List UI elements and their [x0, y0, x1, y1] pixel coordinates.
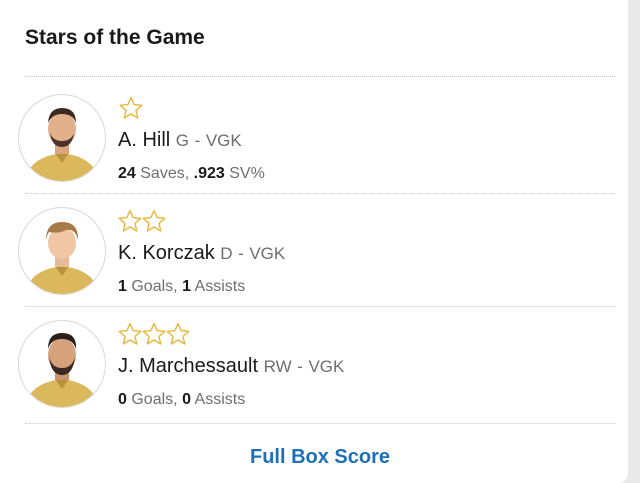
- player-name: J. Marchessault: [118, 355, 259, 377]
- section-title: Stars of the Game: [25, 26, 205, 49]
- player-headshot-avatar: [18, 94, 106, 182]
- player-name-line: J. Marchessault RW - VGK: [118, 355, 344, 378]
- star-row-1[interactable]: A. Hill G - VGK 24 Saves, .923 SV%: [0, 92, 628, 204]
- separator: -: [297, 357, 303, 376]
- player-name-line: A. Hill G - VGK: [118, 129, 242, 152]
- stat-label: SV%: [229, 165, 265, 182]
- full-box-score-link[interactable]: Full Box Score: [0, 446, 640, 469]
- stat-value: 0: [182, 391, 191, 408]
- star-icon: [118, 322, 142, 345]
- player-name: A. Hill: [118, 129, 171, 151]
- player-headshot-avatar: [18, 207, 106, 295]
- stat-label: Goals,: [131, 278, 178, 295]
- star-icon: [166, 322, 190, 345]
- stat-label: Goals,: [131, 391, 178, 408]
- star-rating-3: [118, 322, 192, 346]
- stat-label: Assists: [194, 391, 246, 408]
- separator: -: [194, 131, 201, 150]
- player-stat-line: 0 Goals, 0 Assists: [118, 391, 245, 409]
- stat-value: 24: [118, 165, 136, 182]
- stat-value: 1: [182, 278, 191, 295]
- player-position: D: [220, 244, 233, 263]
- stat-value: .923: [193, 165, 225, 182]
- player-position: RW: [263, 357, 292, 376]
- divider: [25, 76, 615, 77]
- player-team: VGK: [308, 357, 345, 376]
- player-name-line: K. Korczak D - VGK: [118, 242, 285, 265]
- stars-of-the-game-card: Stars of the Game A. Hill G - VGK 24 Sav…: [0, 0, 628, 483]
- divider: [25, 193, 615, 194]
- player-name: K. Korczak: [118, 242, 215, 264]
- star-icon: [142, 209, 166, 232]
- star-icon: [118, 209, 142, 232]
- player-team: VGK: [205, 131, 242, 150]
- divider: [25, 423, 615, 424]
- star-rating-2: [118, 209, 168, 233]
- stat-value: 1: [118, 278, 127, 295]
- player-position: G: [175, 131, 190, 150]
- star-row-3[interactable]: J. Marchessault RW - VGK 0 Goals, 0 Assi…: [0, 318, 628, 430]
- divider: [25, 306, 615, 307]
- stat-value: 0: [118, 391, 127, 408]
- stat-label: Saves,: [140, 165, 190, 182]
- player-headshot-avatar: [18, 320, 106, 408]
- player-team: VGK: [249, 244, 286, 263]
- separator: -: [238, 244, 244, 263]
- player-stat-line: 24 Saves, .923 SV%: [118, 165, 265, 183]
- player-stat-line: 1 Goals, 1 Assists: [118, 278, 245, 296]
- star-icon: [142, 322, 166, 345]
- stat-label: Assists: [194, 278, 246, 295]
- star-row-2[interactable]: K. Korczak D - VGK 1 Goals, 1 Assists: [0, 205, 628, 317]
- star-rating-1: [118, 96, 144, 120]
- star-icon: [119, 96, 143, 119]
